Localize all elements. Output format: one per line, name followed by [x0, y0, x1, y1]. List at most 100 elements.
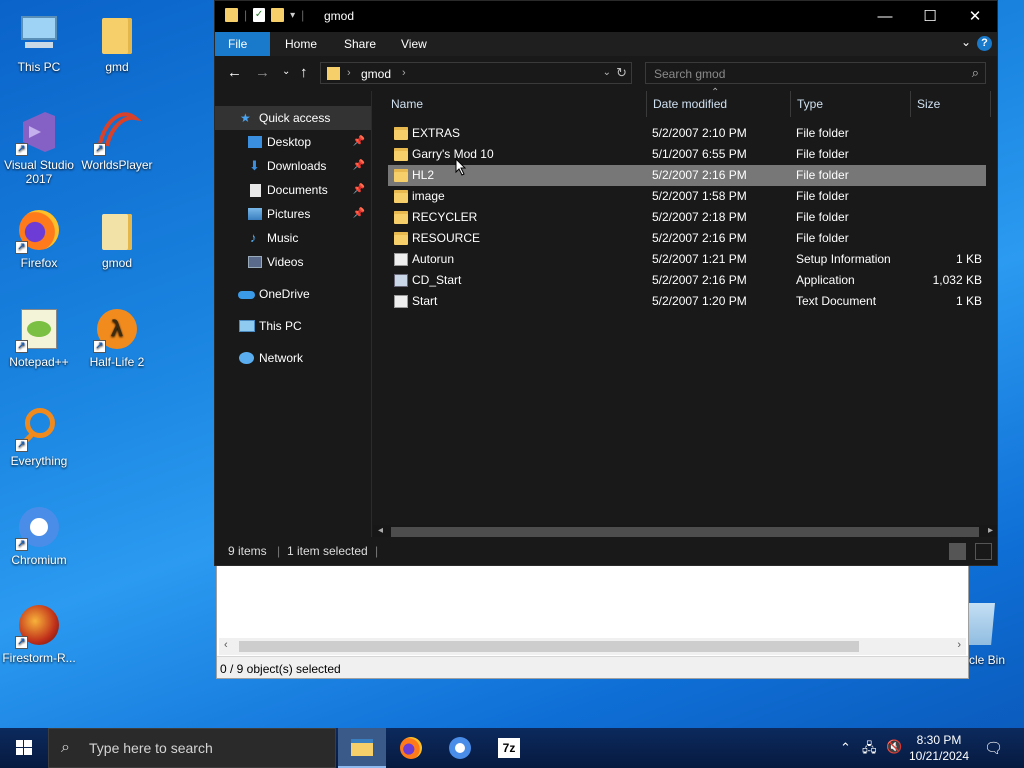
scroll-left-icon[interactable]: ‹ — [224, 639, 228, 651]
expand-ribbon-icon[interactable]: ⌄ — [961, 35, 971, 49]
desktop-icon-gmd[interactable]: gmd — [78, 10, 156, 74]
close-button[interactable]: ✕ — [952, 1, 998, 32]
table-row[interactable]: image 5/2/2007 1:58 PM File folder — [388, 186, 986, 207]
column-header-name[interactable]: Name — [385, 91, 647, 117]
address-dropdown-icon[interactable]: ⌄ — [603, 67, 611, 78]
file-name: CD_Start — [412, 273, 462, 287]
desktop-icon-firefox[interactable]: ↗ Firefox — [0, 206, 78, 270]
forward-button[interactable]: → — [255, 64, 270, 81]
search-box[interactable]: Search gmod ⌕ — [645, 62, 986, 84]
breadcrumb-separator-icon[interactable]: › — [402, 67, 406, 79]
sidebar-item-onedrive[interactable]: OneDrive — [215, 282, 371, 306]
maximize-button[interactable]: ☐ — [907, 1, 953, 32]
volume-muted-icon[interactable]: 🔇 — [886, 739, 902, 755]
search-icon: ⌕ — [971, 65, 979, 80]
tab-view[interactable]: View — [388, 32, 440, 56]
taskbar-search-box[interactable]: ⌕ Type here to search — [48, 728, 336, 768]
desktop-icon-label: gmod — [101, 256, 133, 270]
sidebar-item-documents[interactable]: Documents 📌 — [215, 178, 371, 202]
taskbar-7zip[interactable]: 7z — [485, 728, 533, 768]
sidebar-item-label: Music — [267, 231, 299, 245]
quick-access-toolbar: | ✓ ▾ | — [225, 8, 304, 22]
table-row[interactable]: RECYCLER 5/2/2007 2:18 PM File folder — [388, 207, 986, 228]
customize-toolbar-icon[interactable]: ▾ — [290, 10, 295, 21]
sidebar-item-label: Downloads — [267, 159, 327, 173]
breadcrumb-separator-icon[interactable]: › — [347, 67, 351, 79]
selection-count: 1 item selected — [287, 544, 368, 558]
desktop-icon-visual-studio[interactable]: ↗ Visual Studio 2017 — [0, 108, 78, 186]
horizontal-scrollbar[interactable]: ‹ › — [219, 638, 966, 655]
desktop-icon-gmod[interactable]: gmod — [78, 206, 156, 270]
desktop-icon-worldsplayer[interactable]: ↗ WorldsPlayer — [78, 108, 156, 172]
new-folder-icon[interactable] — [271, 8, 285, 22]
desktop-icon-chromium[interactable]: ↗ Chromium — [0, 503, 78, 567]
sidebar-item-quick-access[interactable]: ★ Quick access — [215, 106, 371, 130]
navigation-pane: ★ Quick access Desktop 📌 ⬇ Downloads 📌 D… — [215, 91, 372, 539]
tab-home[interactable]: Home — [272, 32, 330, 56]
table-row[interactable]: HL2 5/2/2007 2:16 PM File folder — [388, 165, 986, 186]
desktop-icon-notepadpp[interactable]: ↗ Notepad++ — [0, 305, 78, 369]
address-bar[interactable]: › gmod › ⌄ ↻ — [320, 62, 632, 84]
taskbar-file-explorer[interactable] — [338, 728, 386, 768]
show-hidden-icons[interactable]: ⌃ — [840, 740, 851, 756]
help-icon[interactable]: ? — [977, 36, 992, 51]
back-button[interactable]: ← — [227, 64, 242, 81]
large-icons-view-button[interactable] — [975, 543, 992, 560]
table-row[interactable]: Start 5/2/2007 1:20 PM Text Document 1 KB — [388, 291, 986, 312]
details-view-button[interactable] — [949, 543, 966, 560]
column-header-type[interactable]: Type — [791, 91, 911, 117]
scroll-right-icon[interactable]: › — [957, 639, 961, 651]
sidebar-item-downloads[interactable]: ⬇ Downloads 📌 — [215, 154, 371, 178]
table-row[interactable]: RESOURCE 5/2/2007 2:16 PM File folder — [388, 228, 986, 249]
taskbar-search-input[interactable]: Type here to search — [89, 740, 213, 756]
document-icon — [394, 253, 408, 266]
sidebar-item-videos[interactable]: Videos — [215, 250, 371, 274]
scrollbar-thumb[interactable] — [391, 527, 979, 537]
tab-share[interactable]: Share — [331, 32, 389, 56]
folder-icon — [394, 169, 408, 182]
onedrive-icon — [238, 291, 255, 299]
column-header-size[interactable]: Size — [911, 91, 991, 117]
network-tray-icon[interactable]: 🖧 — [862, 739, 877, 761]
sidebar-item-this-pc[interactable]: This PC — [215, 314, 371, 338]
network-icon — [239, 352, 254, 364]
taskbar-chromium[interactable] — [436, 728, 484, 768]
sidebar-item-network[interactable]: Network — [215, 346, 371, 370]
taskbar-clock[interactable]: 8:30 PM 10/21/2024 — [902, 732, 976, 764]
recycle-bin-icon[interactable] — [969, 603, 995, 645]
breadcrumb-gmod[interactable]: gmod — [361, 67, 391, 81]
table-row[interactable]: Autorun 5/2/2007 1:21 PM Setup Information… — [388, 249, 986, 270]
file-size: 1 KB — [955, 252, 982, 266]
sidebar-item-music[interactable]: ♪ Music — [215, 226, 371, 250]
background-window[interactable]: ‹ › 0 / 9 object(s) selected — [216, 562, 969, 679]
desktop-icon-firestorm[interactable]: ↗ Firestorm-R... — [0, 601, 78, 665]
table-row[interactable]: EXTRAS 5/2/2007 2:10 PM File folder — [388, 123, 986, 144]
desktop-icon-everything[interactable]: ↗ Everything — [0, 404, 78, 468]
notifications-icon[interactable]: 🗨 — [984, 739, 1003, 757]
sidebar-item-pictures[interactable]: Pictures 📌 — [215, 202, 371, 226]
worldsplayer-icon: ↗ — [93, 108, 142, 156]
table-row[interactable]: CD_Start 5/2/2007 2:16 PM Application 1,032… — [388, 270, 986, 291]
properties-icon[interactable]: ✓ — [253, 8, 266, 22]
up-button[interactable]: ↑ — [300, 64, 308, 81]
recent-locations-icon[interactable]: ⌄ — [282, 66, 290, 77]
scrollbar-thumb[interactable] — [239, 641, 859, 652]
column-header-date-modified[interactable]: Date modified — [647, 91, 791, 117]
desktop-icon-this-pc[interactable]: This PC — [0, 10, 78, 74]
file-type: Text Document — [796, 294, 877, 308]
minimize-button[interactable]: — — [862, 1, 908, 32]
start-button[interactable] — [0, 728, 48, 768]
refresh-icon[interactable]: ↻ — [616, 65, 627, 81]
visual-studio-icon: ↗ — [15, 108, 63, 156]
taskbar-firefox[interactable] — [387, 728, 435, 768]
downloads-icon: ⬇ — [249, 158, 260, 173]
desktop-icon-half-life-2[interactable]: λ ↗ Half-Life 2 — [78, 305, 156, 369]
title-bar[interactable]: | ✓ ▾ | gmod — ☐ ✕ — [215, 1, 997, 32]
search-input[interactable]: Search gmod — [654, 67, 725, 81]
scroll-right-icon[interactable]: ▸ — [988, 525, 993, 536]
sidebar-item-desktop[interactable]: Desktop 📌 — [215, 130, 371, 154]
table-row[interactable]: Garry's Mod 10 5/1/2007 6:55 PM File folde… — [388, 144, 986, 165]
file-explorer-icon — [351, 739, 373, 756]
tab-file[interactable]: File — [215, 32, 270, 56]
scroll-left-icon[interactable]: ◂ — [378, 525, 383, 536]
